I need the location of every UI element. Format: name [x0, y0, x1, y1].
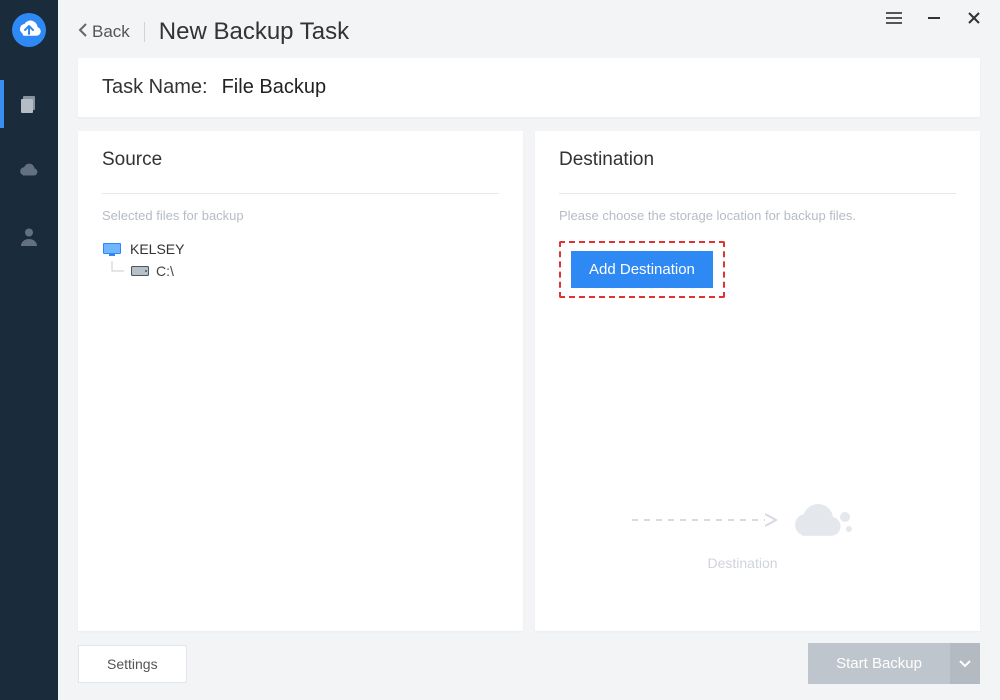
destination-heading: Destination: [559, 149, 956, 171]
source-panel: Source Selected files for backup KELSEY: [78, 131, 523, 631]
destination-placeholder-label: Destination: [505, 555, 980, 571]
footer: Settings Start Backup: [58, 631, 1000, 700]
page-header: Back New Backup Task: [58, 0, 1000, 58]
chevron-down-icon: [959, 660, 971, 668]
destination-divider: [559, 193, 956, 194]
close-icon: [967, 11, 981, 25]
destination-hint: Please choose the storage location for b…: [559, 208, 956, 223]
app-logo: [9, 10, 49, 50]
menu-button[interactable]: [874, 4, 914, 32]
page-title: New Backup Task: [159, 18, 349, 46]
minimize-button[interactable]: [914, 4, 954, 32]
source-divider: [102, 193, 499, 194]
start-backup-group: Start Backup: [808, 643, 980, 684]
start-backup-dropdown[interactable]: [950, 643, 980, 684]
tree-child-row: C:\: [102, 261, 499, 281]
sidebar-item-backup[interactable]: [0, 80, 58, 128]
back-label: Back: [92, 22, 130, 42]
sidebar-item-account[interactable]: [0, 212, 58, 260]
close-button[interactable]: [954, 4, 994, 32]
task-name-input[interactable]: [222, 76, 487, 99]
back-button[interactable]: Back: [78, 22, 145, 42]
tree-child-label: C:\: [156, 263, 174, 279]
panels: Source Selected files for backup KELSEY: [58, 117, 1000, 631]
add-destination-button[interactable]: Add Destination: [571, 251, 713, 288]
sidebar: [0, 0, 58, 700]
task-name-card: Task Name:: [78, 58, 980, 117]
settings-button[interactable]: Settings: [78, 645, 187, 683]
files-icon: [18, 93, 40, 115]
source-hint: Selected files for backup: [102, 208, 499, 223]
chevron-left-icon: [78, 22, 88, 42]
tree-connector-icon: [102, 261, 130, 281]
cloud-placeholder-icon: [788, 499, 856, 541]
tree-child[interactable]: C:\: [130, 263, 174, 279]
start-backup-button[interactable]: Start Backup: [808, 643, 950, 684]
window-controls: [874, 4, 994, 32]
cloud-icon: [17, 161, 41, 179]
sidebar-item-cloud[interactable]: [0, 146, 58, 194]
task-name-label: Task Name:: [102, 76, 208, 99]
tree-root-label: KELSEY: [130, 241, 184, 257]
user-icon: [18, 225, 40, 247]
drive-icon: [130, 265, 150, 277]
destination-placeholder: Destination: [505, 499, 980, 571]
add-destination-highlight: Add Destination: [559, 241, 725, 298]
source-heading: Source: [102, 149, 499, 171]
arrow-right-icon: [630, 512, 780, 528]
monitor-icon: [102, 242, 122, 256]
destination-panel: Destination Please choose the storage lo…: [535, 131, 980, 631]
hamburger-icon: [885, 11, 903, 25]
tree-root[interactable]: KELSEY: [102, 241, 499, 257]
minimize-icon: [927, 11, 941, 25]
main-area: Back New Backup Task Task Name: Source S…: [58, 0, 1000, 700]
